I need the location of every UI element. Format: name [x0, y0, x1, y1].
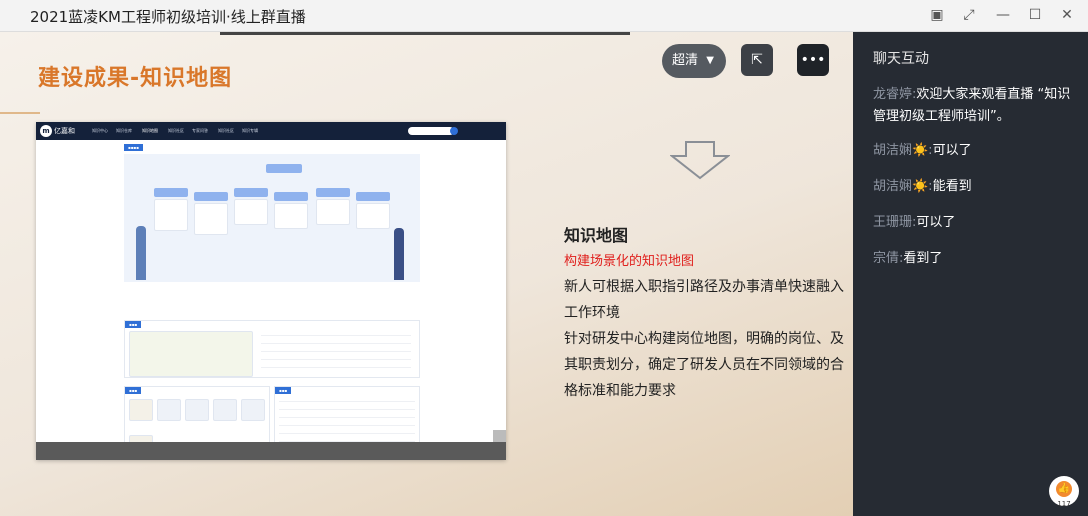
more-icon: ••• [800, 52, 826, 68]
window-titlebar: 2021蓝凌KM工程师初级培训·线上群直播 ▣ ⤢ — ☐ ✕ [0, 0, 1088, 32]
embedded-panel: ▪▪▪ [124, 320, 420, 378]
embedded-menu-item: 知识社区 [218, 128, 234, 133]
embedded-tag: ▪▪▪ [125, 387, 142, 394]
video-player[interactable]: 建设成果-知识地图 超清 ▼ ⇱ ••• m 亿嘉和 知识中心 知识仓库 知识地… [0, 32, 853, 516]
embedded-menu-item: 知识地图 [142, 128, 158, 133]
embedded-icon-card [185, 399, 209, 421]
embedded-menu-item: 知识中心 [92, 128, 108, 133]
fullscreen-icon[interactable]: ⤢ [958, 4, 980, 26]
slide-heading: 知识地图 [564, 226, 629, 245]
maximize-icon[interactable]: ☐ [1024, 4, 1046, 26]
embedded-thumbnail [129, 331, 253, 377]
embedded-list-row [279, 425, 415, 426]
chat-message: 王珊珊:可以了 [873, 212, 1073, 234]
embedded-list-row [279, 417, 415, 418]
chat-username: 胡洁娴☀️: [873, 143, 933, 158]
map-node [274, 192, 308, 201]
thumbs-up-icon: 👍 [1056, 481, 1072, 497]
chat-message: 宗倩:看到了 [873, 248, 1073, 270]
embedded-icon-card [241, 399, 265, 421]
slide-decoration [0, 112, 40, 114]
map-node [194, 192, 228, 201]
embedded-menu-item: 知识社区 [168, 128, 184, 133]
quality-label: 超清 [672, 53, 699, 68]
embedded-tag: ▪▪▪▪ [124, 144, 143, 151]
chat-username: 王珊珊: [873, 215, 917, 230]
illustration-person [394, 228, 404, 280]
embedded-panel: ▪▪▪ [274, 386, 420, 448]
map-card [316, 199, 350, 225]
embedded-search-icon [450, 127, 458, 135]
pip-icon[interactable]: ▣ [926, 4, 948, 26]
embedded-icon-card [213, 399, 237, 421]
chat-text: 可以了 [916, 215, 956, 230]
embedded-search-box [408, 127, 454, 135]
embedded-tag: ▪▪▪ [275, 387, 292, 394]
embedded-menu-item: 专家问答 [192, 128, 208, 133]
chat-message: 胡洁娴☀️:能看到 [873, 176, 1073, 198]
slide-top-line [220, 32, 630, 35]
window-title: 2021蓝凌KM工程师初级培训·线上群直播 [30, 8, 306, 26]
embedded-list-row [279, 409, 415, 410]
map-card [274, 203, 308, 229]
map-card [356, 203, 390, 229]
slide-description: 知识地图 构建场景化的知识地图 新人可根据入职指引路径及办事清单快速融入工作环境… [564, 222, 844, 404]
arrow-down-icon [670, 141, 730, 180]
embedded-list-row [261, 359, 411, 360]
embedded-knowledge-map [124, 154, 420, 282]
embedded-scroll-knob [493, 430, 506, 442]
embedded-menu-item: 知识仓库 [116, 128, 132, 133]
chat-username: 龙睿婷: [873, 87, 917, 102]
close-icon[interactable]: ✕ [1056, 4, 1078, 26]
map-root-node [266, 164, 302, 173]
embedded-footer [36, 442, 506, 460]
embedded-list-row [261, 351, 411, 352]
map-card [234, 199, 268, 225]
chat-text: 能看到 [932, 179, 972, 194]
share-button[interactable]: ⇱ [741, 44, 773, 76]
embedded-navbar: m 亿嘉和 知识中心 知识仓库 知识地图 知识社区 专家问答 知识社区 知识专辑 [36, 122, 506, 140]
chat-message: 龙睿婷:欢迎大家来观看直播 “知识管理初级工程师培训”。 [873, 84, 1073, 128]
map-card [154, 199, 188, 231]
slide-paragraph: 新人可根据入职指引路径及办事清单快速融入工作环境 [564, 279, 844, 321]
minimize-icon[interactable]: — [992, 4, 1014, 26]
chat-username: 胡洁娴☀️: [873, 179, 933, 194]
map-card [194, 203, 228, 235]
quality-selector[interactable]: 超清 ▼ [662, 44, 726, 78]
map-node [154, 188, 188, 197]
like-button[interactable]: 👍 117 [1049, 476, 1079, 508]
embedded-logo-text: 亿嘉和 [54, 127, 75, 135]
embedded-logo-icon: m [40, 125, 52, 137]
chat-panel: 聊天互动 龙睿婷:欢迎大家来观看直播 “知识管理初级工程师培训”。 胡洁娴☀️:… [853, 32, 1088, 516]
embedded-list-row [279, 401, 415, 402]
caret-down-icon: ▼ [706, 55, 714, 66]
chat-header: 聊天互动 [873, 51, 929, 67]
embedded-icon-card [157, 399, 181, 421]
slide-title: 建设成果-知识地图 [38, 66, 233, 91]
map-node [316, 188, 350, 197]
embedded-list-row [261, 335, 411, 336]
map-node [234, 188, 268, 197]
embedded-screenshot: m 亿嘉和 知识中心 知识仓库 知识地图 知识社区 专家问答 知识社区 知识专辑… [36, 122, 506, 460]
chat-text: 可以了 [932, 143, 972, 158]
embedded-tag: ▪▪▪ [125, 321, 142, 328]
embedded-icon-card [129, 399, 153, 421]
embedded-list-row [261, 367, 411, 368]
slide-subheading: 构建场景化的知识地图 [564, 254, 695, 269]
illustration-person [136, 226, 146, 280]
embedded-menu-item: 知识专辑 [242, 128, 258, 133]
slide-paragraph: 针对研发中心构建岗位地图，明确的岗位、及其职责划分，确定了研发人员在不同领域的合… [564, 331, 844, 399]
embedded-list-row [279, 433, 415, 434]
chat-message: 胡洁娴☀️:可以了 [873, 140, 1073, 162]
like-count: 117 [1057, 500, 1071, 508]
embedded-list-row [261, 343, 411, 344]
map-node [356, 192, 390, 201]
chat-text: 看到了 [903, 251, 943, 266]
chat-username: 宗倩: [873, 251, 904, 266]
share-icon: ⇱ [751, 52, 763, 68]
more-button[interactable]: ••• [797, 44, 829, 76]
